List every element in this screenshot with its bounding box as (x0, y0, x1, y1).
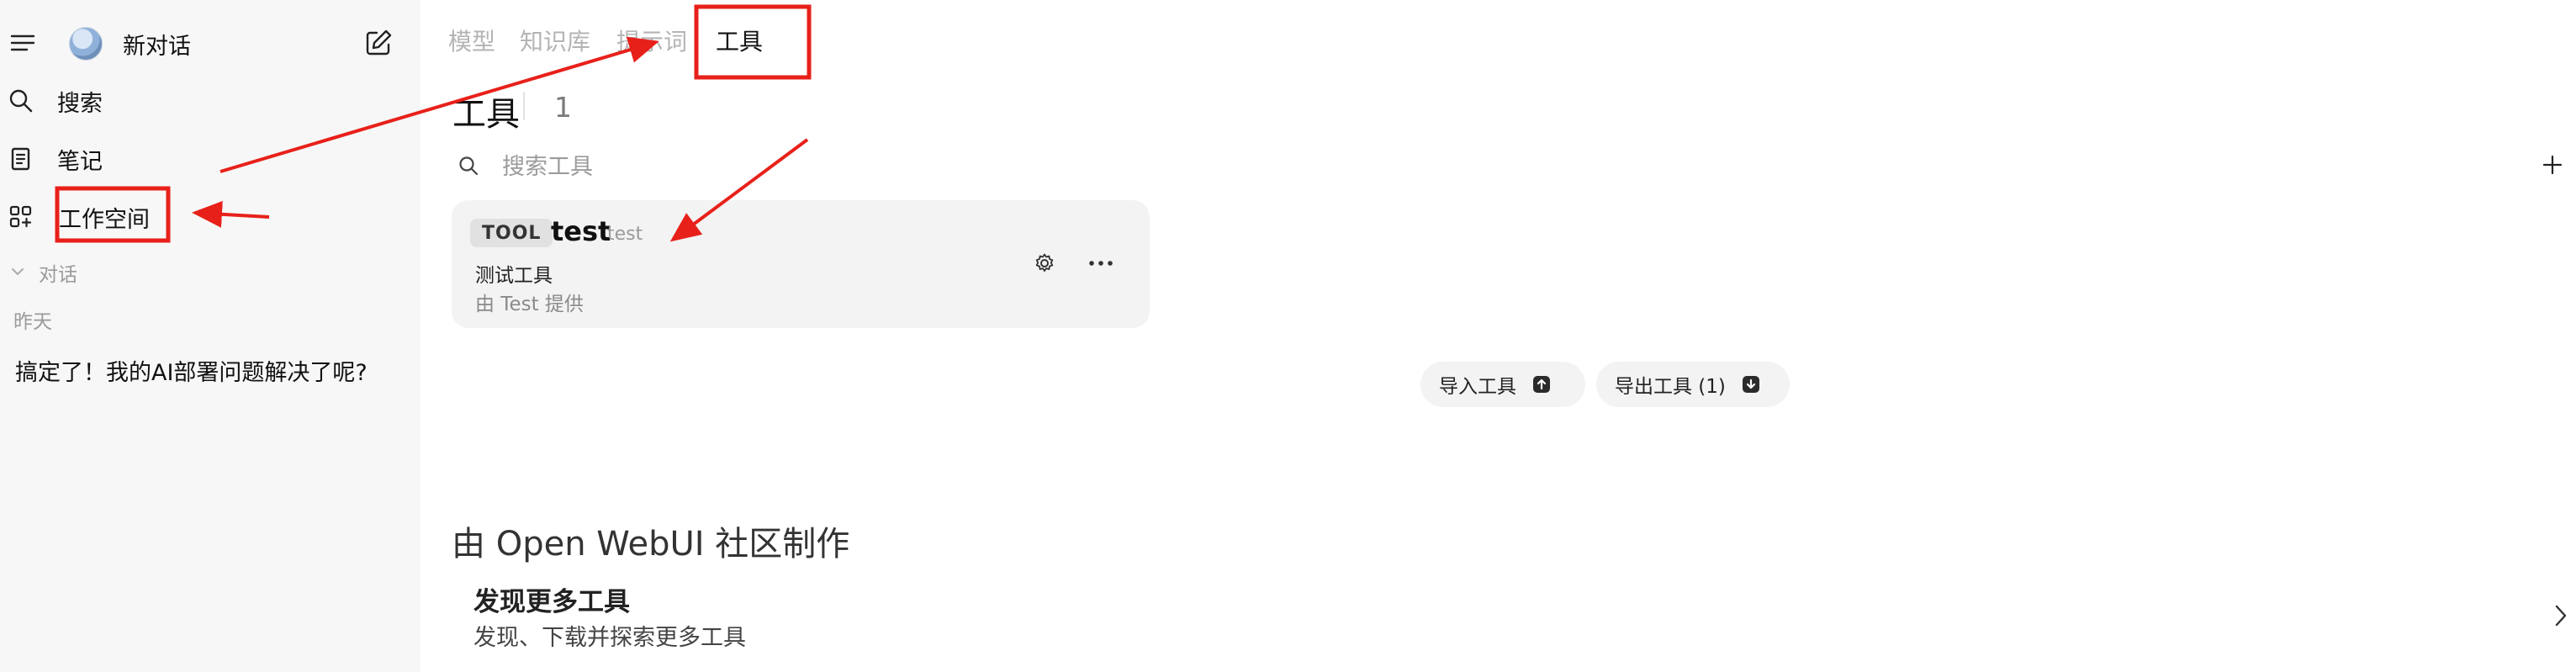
upload-icon (1531, 374, 1552, 394)
gear-icon (1035, 253, 1054, 272)
new-chat-label[interactable]: 新对话 (123, 28, 191, 61)
chats-section-label: 对话 (39, 264, 77, 286)
community-heading: 由 Open WebUI 社区制作 (452, 525, 850, 564)
tool-name: test (551, 215, 611, 247)
discover-title: 发现更多工具 (473, 587, 630, 617)
tool-settings-button[interactable] (1030, 249, 1059, 278)
plus-icon (2542, 155, 2563, 175)
sidebar: 新对话 搜索 笔记 工作空间 对话 昨天 搞定了！我的AI部署问题解决了呢? (0, 0, 421, 672)
chevron-right-icon (2554, 604, 2568, 631)
date-group-label: 昨天 (13, 311, 52, 333)
discover-more-tools-link[interactable]: 发现更多工具 发现、下载并探索更多工具 (452, 577, 2571, 668)
tool-card[interactable]: TOOL test test 测试工具 由 Test 提供 (452, 200, 1150, 328)
search-input[interactable] (500, 148, 2438, 185)
more-horizontal-icon (1089, 261, 1113, 266)
workspace-main: 模型 知识库 提示词 工具 工具 1 TOOL test test 测试工具 由… (421, 0, 2576, 672)
sidebar-item-label: 工作空间 (59, 207, 150, 233)
search-icon (458, 155, 479, 180)
chevron-down-icon (10, 264, 25, 279)
tab-knowledge[interactable]: 知识库 (520, 24, 590, 57)
tool-count: 1 (554, 91, 572, 124)
tool-more-button[interactable] (1084, 249, 1118, 278)
discover-subtitle: 发现、下载并探索更多工具 (473, 625, 746, 651)
chat-history-item[interactable]: 搞定了！我的AI部署问题解决了呢? (15, 354, 368, 387)
tool-id: test (607, 224, 643, 245)
search-icon (7, 87, 35, 115)
add-tool-button[interactable] (2538, 148, 2567, 182)
import-tools-label: 导入工具 (1439, 376, 1516, 398)
tool-author: 由 Test 提供 (475, 294, 584, 315)
sidebar-item-label: 笔记 (57, 149, 103, 175)
export-tools-button[interactable]: 导出工具 (1) (1596, 362, 1790, 407)
tab-tools[interactable]: 工具 (716, 24, 763, 57)
tool-description: 测试工具 (475, 265, 553, 287)
notes-icon (7, 145, 35, 173)
avatar (69, 27, 103, 61)
tool-type-badge: TOOL (470, 219, 553, 247)
download-icon (1741, 374, 1761, 394)
tab-prompts[interactable]: 提示词 (616, 24, 687, 57)
workspace-icon (7, 203, 35, 231)
app-window: 新对话 搜索 笔记 工作空间 对话 昨天 搞定了！我的AI部署问题解决了呢? 模… (0, 0, 2576, 672)
sidebar-item-label: 搜索 (57, 91, 103, 117)
new-chat-edit-icon[interactable] (362, 27, 395, 59)
title-divider (523, 92, 525, 120)
export-tools-label: 导出工具 (1) (1615, 376, 1726, 398)
tab-models[interactable]: 模型 (448, 24, 495, 57)
page-title: 工具 (452, 95, 520, 134)
import-tools-button[interactable]: 导入工具 (1420, 362, 1585, 407)
menu-icon[interactable] (8, 32, 37, 54)
